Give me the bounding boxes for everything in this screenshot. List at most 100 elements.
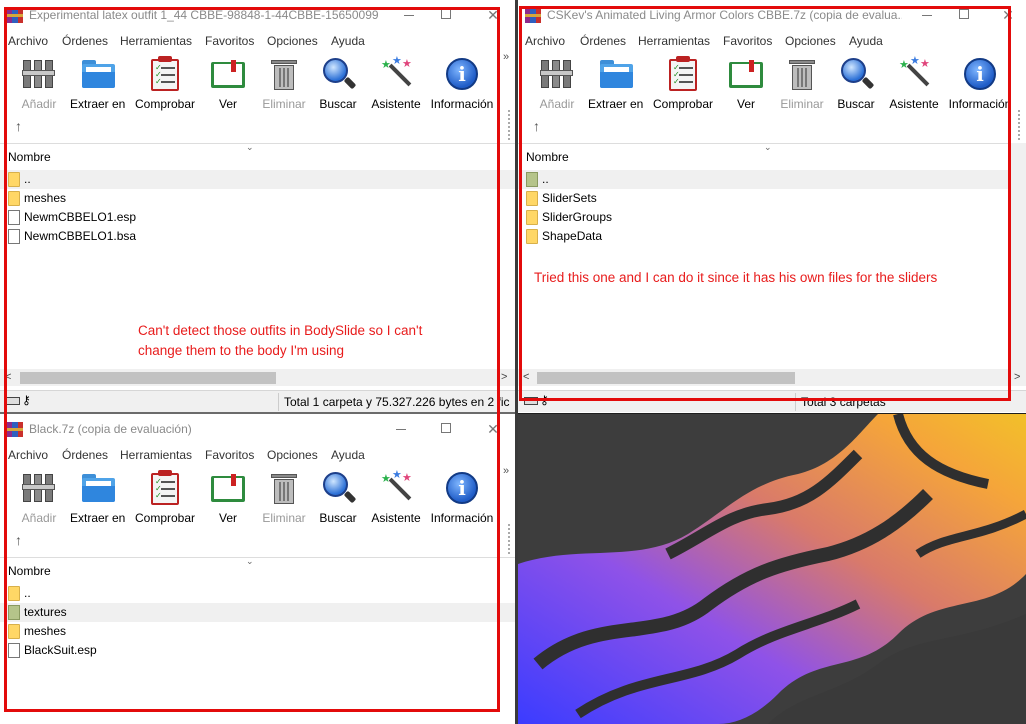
title-bar[interactable]: CSKev's Animated Living Armor Colors CBB…: [518, 0, 1026, 30]
wizard-button[interactable]: ★ ★ ★ Asistente: [370, 56, 422, 112]
wizard-button[interactable]: ★ ★ ★ Asistente: [888, 56, 940, 112]
delete-button[interactable]: Eliminar: [260, 470, 308, 525]
archive-add-icon: [539, 56, 575, 92]
list-item[interactable]: meshes: [0, 189, 515, 208]
test-button[interactable]: ✓ ✓ ✓ Comprobar: [134, 470, 196, 525]
menu-ayuda[interactable]: Ayuda: [849, 34, 883, 48]
menu-favoritos[interactable]: Favoritos: [205, 34, 254, 48]
list-item[interactable]: ..: [518, 170, 1009, 189]
maximize-button[interactable]: [953, 4, 977, 26]
close-button[interactable]: ✕: [481, 418, 505, 440]
desktop-wallpaper: [518, 414, 1026, 724]
find-button[interactable]: Buscar: [318, 56, 358, 111]
delete-button[interactable]: Eliminar: [260, 56, 308, 111]
menu-ordenes[interactable]: Órdenes: [580, 34, 626, 48]
add-button[interactable]: Añadir: [20, 470, 58, 525]
address-grip[interactable]: [508, 524, 510, 554]
horizontal-scrollbar[interactable]: < >: [518, 369, 1026, 386]
view-button[interactable]: Ver: [725, 56, 767, 111]
scroll-left-icon[interactable]: <: [5, 371, 11, 383]
column-name-header[interactable]: Nombre: [8, 150, 51, 164]
test-button[interactable]: ✓ ✓ ✓ Comprobar: [134, 56, 196, 111]
title-bar[interactable]: Black.7z (copia de evaluación) ✕: [0, 414, 515, 444]
key-icon: ⚷: [22, 393, 31, 407]
find-button[interactable]: Buscar: [318, 470, 358, 525]
menu-archivo[interactable]: Archivo: [8, 448, 48, 462]
trash-icon: [266, 56, 302, 92]
scroll-right-icon[interactable]: >: [1014, 371, 1020, 383]
info-button[interactable]: i Información: [948, 56, 1012, 111]
menu-opciones[interactable]: Opciones: [267, 448, 318, 462]
menu-archivo[interactable]: Archivo: [8, 34, 48, 48]
wizard-button[interactable]: ★ ★ ★ Asistente: [370, 470, 422, 526]
delete-button[interactable]: Eliminar: [778, 56, 826, 111]
maximize-button[interactable]: [435, 4, 459, 26]
list-item[interactable]: SliderSets: [518, 189, 1009, 208]
menu-herramientas[interactable]: Herramientas: [638, 34, 710, 48]
menu-ayuda[interactable]: Ayuda: [331, 34, 365, 48]
info-button[interactable]: i Información: [430, 470, 494, 525]
menu-favoritos[interactable]: Favoritos: [205, 448, 254, 462]
minimize-button[interactable]: [398, 4, 422, 26]
view-button[interactable]: Ver: [207, 56, 249, 111]
list-item[interactable]: NewmCBBELO1.esp: [0, 208, 515, 227]
clipboard-check-icon: ✓ ✓ ✓: [147, 56, 183, 92]
menu-ordenes[interactable]: Órdenes: [62, 34, 108, 48]
view-button[interactable]: Ver: [207, 470, 249, 525]
list-item[interactable]: BlackSuit.esp: [0, 641, 515, 660]
extract-button[interactable]: Extraer en: [70, 56, 125, 111]
list-header: ⌄ Nombre: [518, 142, 1026, 167]
status-separator: [278, 393, 279, 411]
menu-ordenes[interactable]: Órdenes: [62, 448, 108, 462]
add-button[interactable]: Añadir: [538, 56, 576, 111]
menu-herramientas[interactable]: Herramientas: [120, 34, 192, 48]
clipboard-check-icon: ✓ ✓ ✓: [665, 56, 701, 92]
toolbar-overflow-icon[interactable]: »: [503, 465, 509, 477]
list-item[interactable]: textures: [0, 603, 515, 622]
up-folder-button[interactable]: ↑: [533, 118, 540, 134]
column-name-header[interactable]: Nombre: [526, 150, 569, 164]
scroll-thumb[interactable]: [537, 372, 795, 384]
up-folder-button[interactable]: ↑: [15, 532, 22, 548]
add-button[interactable]: Añadir: [20, 56, 58, 111]
menu-ayuda[interactable]: Ayuda: [331, 448, 365, 462]
scroll-thumb[interactable]: [20, 372, 276, 384]
address-grip[interactable]: [1018, 110, 1020, 140]
folder-icon: [526, 210, 538, 225]
magic-wand-icon: ★ ★ ★: [378, 56, 414, 92]
test-button[interactable]: ✓ ✓ ✓ Comprobar: [652, 56, 714, 111]
extract-button[interactable]: Extraer en: [70, 470, 125, 525]
scroll-left-icon[interactable]: <: [523, 371, 529, 383]
find-button[interactable]: Buscar: [836, 56, 876, 111]
menu-opciones[interactable]: Opciones: [785, 34, 836, 48]
maximize-button[interactable]: [435, 418, 459, 440]
minimize-button[interactable]: [390, 418, 414, 440]
toolbar-overflow-icon[interactable]: »: [503, 51, 509, 63]
menu-favoritos[interactable]: Favoritos: [723, 34, 772, 48]
close-button[interactable]: ✕: [481, 4, 505, 26]
scroll-right-icon[interactable]: >: [501, 371, 507, 383]
address-grip[interactable]: [508, 110, 510, 140]
horizontal-scrollbar[interactable]: < >: [0, 369, 515, 386]
menu-archivo[interactable]: Archivo: [525, 34, 565, 48]
up-folder-button[interactable]: ↑: [15, 118, 22, 134]
list-item[interactable]: meshes: [0, 622, 515, 641]
list-item[interactable]: NewmCBBELO1.bsa: [0, 227, 515, 246]
column-name-header[interactable]: Nombre: [8, 564, 51, 578]
folder-icon: [8, 191, 20, 206]
close-button[interactable]: ✕: [996, 4, 1020, 26]
list-item[interactable]: ..: [0, 584, 515, 603]
menu-opciones[interactable]: Opciones: [267, 34, 318, 48]
extract-button[interactable]: Extraer en: [588, 56, 643, 111]
info-button[interactable]: i Información: [430, 56, 494, 111]
file-list: .. SliderSets SliderGroups ShapeData: [518, 170, 1009, 246]
vertical-scrollbar[interactable]: [1009, 143, 1026, 369]
menu-herramientas[interactable]: Herramientas: [120, 448, 192, 462]
file-list: .. meshes NewmCBBELO1.esp NewmCBBELO1.bs…: [0, 170, 515, 246]
archive-add-icon: [21, 56, 57, 92]
list-item[interactable]: ShapeData: [518, 227, 1009, 246]
minimize-button[interactable]: [916, 4, 940, 26]
list-item[interactable]: SliderGroups: [518, 208, 1009, 227]
list-item[interactable]: ..: [0, 170, 515, 189]
title-bar[interactable]: Experimental latex outfit 1_44 CBBE-9884…: [0, 0, 515, 30]
